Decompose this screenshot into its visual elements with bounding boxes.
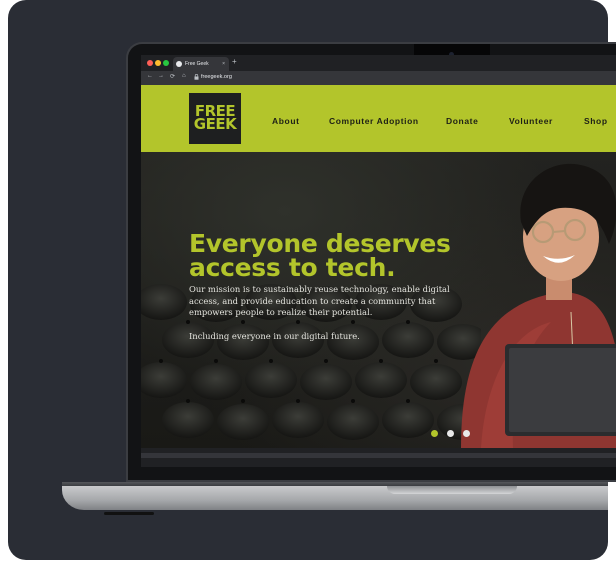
browser-tabbar: Free Geek × + xyxy=(141,55,616,71)
laptop-screen: Free Geek × + ← → ⟳ ⌂ freegeek.org FREE … xyxy=(141,55,616,467)
slider-dot-3[interactable] xyxy=(463,430,470,437)
minimize-window-button[interactable] xyxy=(155,60,161,66)
nav-link-computer-adoption[interactable]: Computer Adoption xyxy=(329,116,419,126)
site-header: FREE GEEK About Computer Adoption Donate… xyxy=(141,85,616,152)
back-icon[interactable]: ← xyxy=(147,73,153,79)
browser-tab[interactable]: Free Geek × xyxy=(173,57,229,71)
maximize-window-button[interactable] xyxy=(163,60,169,66)
slider-dot-1[interactable] xyxy=(431,430,438,437)
laptop-opening-notch xyxy=(387,486,517,494)
forward-icon[interactable]: → xyxy=(158,73,164,79)
tab-title: Free Geek xyxy=(185,61,209,67)
nav-link-donate[interactable]: Donate xyxy=(446,116,478,126)
hero-tagline: Including everyone in our digital future… xyxy=(189,331,360,341)
screen-bottom-bar xyxy=(141,448,616,467)
content-strip xyxy=(141,453,616,458)
nav-link-volunteer[interactable]: Volunteer xyxy=(509,116,553,126)
laptop-foot xyxy=(104,512,154,515)
address-bar[interactable]: freegeek.org xyxy=(201,74,232,80)
nav-link-about[interactable]: About xyxy=(272,116,300,126)
home-icon[interactable]: ⌂ xyxy=(182,73,186,79)
lock-icon xyxy=(194,74,199,80)
hero-banner: Everyone deserves access to tech. Our mi… xyxy=(141,152,616,448)
slider-dot-2[interactable] xyxy=(447,430,454,437)
hero-mission-text: Our mission is to sustainably reuse tech… xyxy=(189,284,450,317)
hero-person-image xyxy=(461,163,616,448)
logo-line-2: GEEK xyxy=(193,115,237,133)
nav-link-shop[interactable]: Shop xyxy=(584,116,608,126)
favicon-icon xyxy=(176,61,182,67)
browser-toolbar: ← → ⟳ ⌂ freegeek.org xyxy=(141,71,616,85)
laptop-base xyxy=(62,486,608,510)
hero-title: Everyone deserves access to tech. xyxy=(189,229,451,282)
close-window-button[interactable] xyxy=(147,60,153,66)
new-tab-button[interactable]: + xyxy=(232,57,237,66)
free-geek-logo[interactable]: FREE GEEK xyxy=(189,93,241,144)
tab-close-icon[interactable]: × xyxy=(222,61,225,67)
reload-icon[interactable]: ⟳ xyxy=(170,73,175,80)
